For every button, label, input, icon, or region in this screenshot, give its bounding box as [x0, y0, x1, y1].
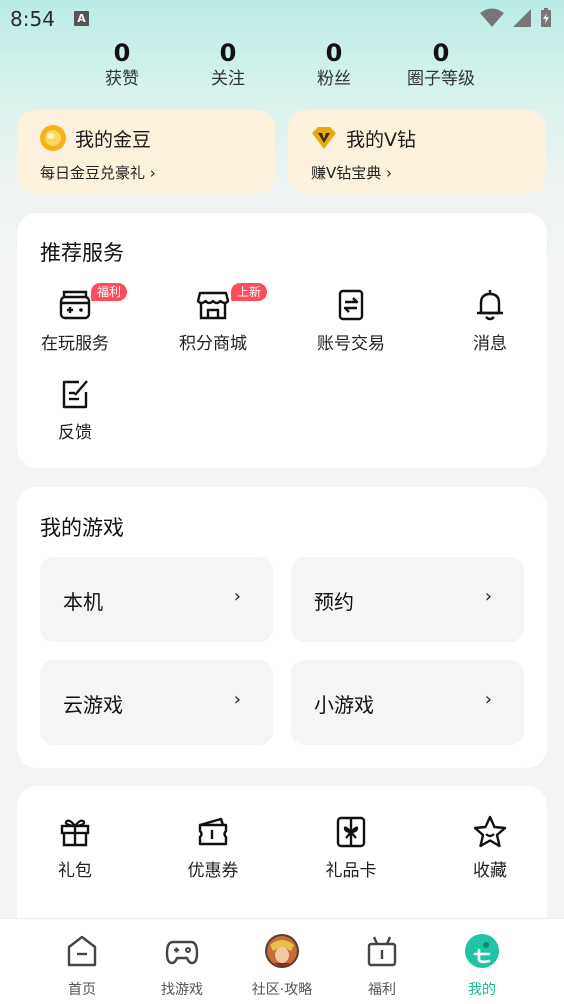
welfare-badge: 福利 [91, 283, 128, 301]
recommended-services-title: 推荐服务 [40, 241, 124, 265]
stat-circle-level[interactable]: 0 圈子等级 [386, 38, 496, 90]
store-icon [196, 291, 230, 320]
v-diamond-icon [312, 127, 336, 149]
notification-icon: A [74, 11, 89, 26]
chevron-right-icon: › [484, 586, 492, 607]
v-diamond-title: 我的V钻 [346, 129, 416, 151]
service-points-mall[interactable]: 积分商城 上新 [153, 283, 273, 354]
stat-label: 圈子等级 [407, 69, 475, 89]
extra-gift-pack[interactable]: 礼包 [15, 814, 135, 881]
stat-value: 0 [113, 39, 131, 67]
v-diamond-subtitle: 赚V钻宝典 › [311, 164, 393, 182]
gold-bean-card[interactable]: 我的金豆 每日金豆兑豪礼 › [17, 110, 275, 194]
extra-gift-card[interactable]: 礼品卡 [291, 814, 411, 881]
tab-label: 找游戏 [161, 982, 203, 998]
my-games-title: 我的游戏 [40, 516, 124, 540]
service-label: 账号交易 [317, 334, 385, 354]
stat-fans[interactable]: 0 粉丝 [279, 38, 389, 90]
star-icon [473, 815, 507, 848]
tab-label: 福利 [368, 982, 396, 998]
status-bar: 8:54 A [0, 0, 564, 38]
stat-value: 0 [219, 39, 237, 67]
extra-label: 礼品卡 [325, 861, 377, 881]
service-account-trade[interactable]: 账号交易 [291, 287, 411, 354]
games-local-tile[interactable]: 本机 › [40, 557, 273, 642]
extra-label: 优惠券 [187, 861, 239, 881]
tab-welfare[interactable]: 福利 [332, 933, 432, 999]
tab-label: 首页 [68, 982, 96, 998]
tab-home[interactable]: 首页 [32, 933, 132, 999]
tile-label: 小游戏 [314, 693, 374, 717]
chevron-right-icon: › [233, 586, 241, 607]
wifi-icon [480, 8, 504, 27]
avatar-icon [265, 934, 299, 968]
tab-mine[interactable]: 我的 [432, 933, 532, 999]
coupon-icon [198, 817, 228, 846]
game-console-icon [59, 290, 91, 320]
gift-box-icon [367, 936, 397, 967]
stat-label: 获赞 [105, 69, 139, 89]
service-messages[interactable]: 消息 [430, 287, 550, 354]
tab-find-games[interactable]: 找游戏 [132, 933, 232, 999]
tile-label: 云游戏 [63, 693, 123, 717]
tab-label: 我的 [468, 982, 496, 998]
status-time: 8:54 [10, 7, 55, 31]
gold-bean-subtitle: 每日金豆兑豪礼 › [40, 164, 156, 182]
gold-bean-title: 我的金豆 [75, 129, 152, 151]
v-diamond-card[interactable]: 我的V钻 赚V钻宝典 › [288, 110, 546, 194]
service-label: 消息 [473, 334, 507, 354]
stat-following[interactable]: 0 关注 [173, 38, 283, 90]
extra-favorites[interactable]: 收藏 [430, 814, 550, 881]
gift-card-icon [336, 816, 366, 848]
extra-label: 收藏 [473, 861, 507, 881]
games-reserved-tile[interactable]: 预约 › [291, 557, 524, 642]
stat-likes[interactable]: 0 获赞 [67, 38, 177, 90]
new-badge: 上新 [231, 283, 268, 301]
signal-icon [513, 9, 531, 27]
games-mini-tile[interactable]: 小游戏 › [291, 660, 524, 745]
extra-coupons[interactable]: 优惠券 [153, 814, 273, 881]
extra-label: 礼包 [58, 861, 92, 881]
chevron-right-icon: › [484, 689, 492, 710]
bell-icon [477, 290, 503, 321]
my-games-card: 我的游戏 本机 › 预约 › 云游戏 › 小游戏 › [17, 487, 547, 768]
service-label: 在玩服务 [41, 334, 109, 354]
chevron-right-icon: › [233, 689, 241, 710]
stat-value: 0 [432, 39, 450, 67]
stat-value: 0 [325, 39, 343, 67]
battery-icon [541, 8, 551, 27]
profile-stats: 0 获赞 0 关注 0 粉丝 0 圈子等级 [0, 38, 564, 96]
recommended-services-card: 推荐服务 在玩服务 福利 积分商城 上新 账号交易 消息 反馈 [17, 213, 547, 468]
tile-label: 预约 [314, 590, 354, 614]
profile-face-icon [465, 934, 499, 968]
stat-label: 粉丝 [317, 69, 351, 89]
service-playing[interactable]: 在玩服务 福利 [15, 283, 135, 354]
service-label: 积分商城 [179, 334, 247, 354]
games-cloud-tile[interactable]: 云游戏 › [40, 660, 273, 745]
stat-label: 关注 [211, 69, 245, 89]
bottom-tab-bar: 首页 找游戏 社区·攻略 福利 我的 [0, 918, 564, 1004]
status-icons [480, 8, 552, 28]
tile-label: 本机 [63, 590, 103, 614]
gift-icon [60, 819, 90, 847]
exchange-document-icon [338, 289, 364, 321]
home-icon [67, 935, 97, 967]
feedback-edit-icon [62, 380, 88, 409]
gold-bean-icon [40, 125, 66, 151]
tab-label: 社区·攻略 [251, 982, 313, 998]
service-label: 反馈 [58, 423, 92, 443]
tab-community[interactable]: 社区·攻略 [232, 933, 332, 999]
service-feedback[interactable]: 反馈 [15, 376, 135, 443]
gamepad-icon [165, 940, 199, 965]
